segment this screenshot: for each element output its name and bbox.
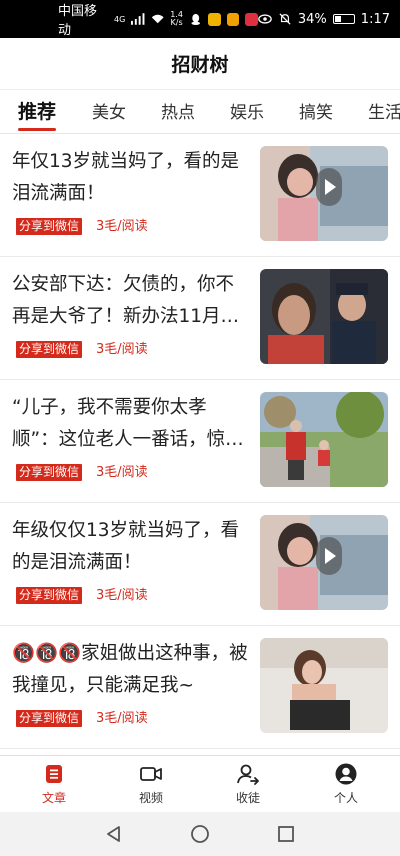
tab-hot[interactable]: 热点 <box>161 98 195 123</box>
tab-entertainment[interactable]: 娱乐 <box>230 98 264 123</box>
battery-icon <box>332 14 355 24</box>
article-item[interactable]: 🔞🔞🔞家姐做出这种事，被我撞见，只能满足我~ 分享到微信 3毛/阅读 <box>0 626 400 749</box>
mail-notification-icon <box>226 12 240 26</box>
back-icon[interactable] <box>104 824 124 844</box>
status-bar: 中国移动 4G 1.4 K/s 34% 1:17 <box>0 0 400 38</box>
news-photo <box>260 269 388 364</box>
tab-beauty[interactable]: 美女 <box>92 98 126 123</box>
clock: 1:17 <box>360 11 390 27</box>
article-thumbnail[interactable] <box>260 146 388 241</box>
article-thumbnail[interactable] <box>260 515 388 610</box>
app-notification-icon <box>245 12 258 26</box>
reward-rate: 3毛/阅读 <box>96 219 148 234</box>
tab-recommend[interactable]: 推荐 <box>18 97 56 124</box>
nav-label: 文章 <box>41 791 66 805</box>
wifi-icon <box>151 14 164 24</box>
share-to-wechat-button[interactable]: 分享到微信 <box>16 710 83 727</box>
app-notification-icon <box>208 12 221 26</box>
play-icon <box>316 537 342 575</box>
share-to-wechat-button[interactable]: 分享到微信 <box>16 341 83 358</box>
article-title[interactable]: 年级仅仅13岁就当妈了，看的是泪流满面！ <box>12 515 250 579</box>
app-title: 招财树 <box>171 54 229 76</box>
active-tab-indicator <box>18 128 56 131</box>
network-speed: 1.4 K/s <box>170 10 183 27</box>
tab-funny[interactable]: 搞笑 <box>299 98 333 123</box>
app-title-bar: 招财树 <box>0 38 400 90</box>
reward-rate: 3毛/阅读 <box>96 588 148 603</box>
video-icon <box>140 767 162 781</box>
article-item[interactable]: 年级仅仅13岁就当妈了，看的是泪流满面！ 分享到微信 3毛/阅读 <box>0 503 400 626</box>
reward-rate: 3毛/阅读 <box>96 465 148 480</box>
nav-apprentice[interactable]: 收徒 <box>218 762 278 806</box>
share-to-wechat-button[interactable]: 分享到微信 <box>16 587 83 604</box>
nav-label: 个人 <box>333 791 358 805</box>
reward-rate: 3毛/阅读 <box>96 711 148 726</box>
carrier-name: 中国移动 <box>58 4 98 38</box>
share-to-wechat-button[interactable]: 分享到微信 <box>16 218 83 235</box>
article-title[interactable]: 公安部下达：欠债的，你不再是大爷了！新办法11月… <box>12 269 250 333</box>
network-type: 4G <box>114 14 126 24</box>
article-title[interactable]: 🔞🔞🔞家姐做出这种事，被我撞见，只能满足我~ <box>12 638 250 702</box>
article-thumbnail[interactable] <box>260 269 388 364</box>
system-nav-bar <box>0 812 400 856</box>
share-to-wechat-button[interactable]: 分享到微信 <box>16 464 83 481</box>
news-photo <box>260 392 388 487</box>
bottom-nav: 文章 视频 收徒 个人 <box>0 755 400 812</box>
mute-bell-icon <box>279 13 291 25</box>
home-icon[interactable] <box>190 824 210 844</box>
article-item[interactable]: 公安部下达：欠债的，你不再是大爷了！新办法11月… 分享到微信 3毛/阅读 <box>0 257 400 380</box>
news-photo <box>260 638 388 733</box>
nav-article[interactable]: 文章 <box>24 762 84 806</box>
play-icon <box>316 168 342 206</box>
profile-icon <box>335 763 357 785</box>
reward-rate: 3毛/阅读 <box>96 342 148 357</box>
apprentice-icon <box>237 764 259 785</box>
nav-label: 视频 <box>138 791 163 805</box>
category-tabs: 推荐 美女 热点 娱乐 搞笑 生活 <box>0 90 400 134</box>
eye-icon <box>258 14 272 24</box>
nav-video[interactable]: 视频 <box>121 762 181 806</box>
article-title[interactable]: “儿子，我不需要你太孝顺”：这位老人一番话，惊… <box>12 392 250 456</box>
nav-profile[interactable]: 个人 <box>316 762 376 806</box>
article-list: 年仅13岁就当妈了，看的是泪流满面！ 分享到微信 3毛/阅读 公安部下达：欠债的… <box>0 134 400 749</box>
recent-apps-icon[interactable] <box>276 824 296 844</box>
article-thumbnail[interactable] <box>260 392 388 487</box>
tab-life[interactable]: 生活 <box>368 98 400 123</box>
article-icon <box>46 765 62 783</box>
qq-icon <box>191 13 200 25</box>
article-thumbnail[interactable] <box>260 638 388 733</box>
article-title[interactable]: 年仅13岁就当妈了，看的是泪流满面！ <box>12 146 250 210</box>
article-item[interactable]: “儿子，我不需要你太孝顺”：这位老人一番话，惊… 分享到微信 3毛/阅读 <box>0 380 400 503</box>
nav-label: 收徒 <box>235 791 260 805</box>
article-item[interactable]: 年仅13岁就当妈了，看的是泪流满面！ 分享到微信 3毛/阅读 <box>0 134 400 257</box>
signal-icon <box>131 13 145 25</box>
battery-percent: 34% <box>297 11 327 27</box>
